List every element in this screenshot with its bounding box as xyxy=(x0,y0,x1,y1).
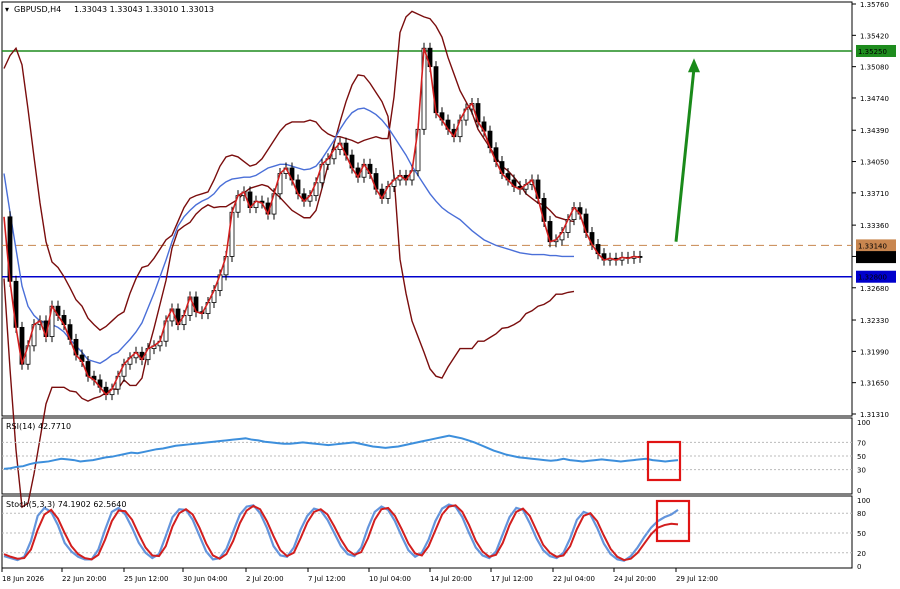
stoch-tick-label: 100 xyxy=(857,497,870,505)
x-tick-label: 10 Jul 04:00 xyxy=(369,575,411,583)
symbol-label: GBPUSD,H4 xyxy=(14,5,61,14)
x-tick-label: 22 Jul 04:00 xyxy=(553,575,595,583)
stoch-panel xyxy=(1,495,853,569)
y-tick-label: 1.35760 xyxy=(860,1,889,9)
rsi-label: RSI(14) 42.7710 xyxy=(6,422,71,431)
price-tag-label: 1.35250 xyxy=(858,48,887,56)
y-tick-label: 1.35080 xyxy=(860,64,889,72)
x-tick-label: 30 Jun 04:00 xyxy=(183,575,227,583)
rsi-tick-label: 0 xyxy=(857,487,861,495)
y-tick-label: 1.31310 xyxy=(860,411,889,419)
y-tick-label: 1.35420 xyxy=(860,32,889,40)
symbol-arrow-icon: ▾ xyxy=(5,5,9,14)
y-tick-label: 1.32680 xyxy=(860,285,889,293)
price-tag-label: 1.33013 xyxy=(858,254,887,262)
stoch-tick-label: 0 xyxy=(857,563,861,571)
y-tick-label: 1.33360 xyxy=(860,222,889,230)
rsi-tick-label: 30 xyxy=(857,467,866,475)
y-tick-label: 1.34390 xyxy=(860,127,889,135)
y-tick-label: 1.33710 xyxy=(860,190,889,198)
y-tick-label: 1.31650 xyxy=(860,380,889,388)
y-tick-label: 1.34740 xyxy=(860,95,889,103)
x-tick-label: 7 Jul 12:00 xyxy=(308,575,346,583)
x-tick-label: 29 Jul 12:00 xyxy=(676,575,718,583)
stoch-tick-label: 50 xyxy=(857,530,866,538)
price-tag-label: 1.32800 xyxy=(858,274,887,282)
rsi-tick-label: 50 xyxy=(857,453,866,461)
stoch-tick-label: 20 xyxy=(857,550,866,558)
x-tick-label: 24 Jul 20:00 xyxy=(614,575,656,583)
x-tick-label: 18 Jun 2026 xyxy=(2,575,45,583)
price-tag-label: 1.33140 xyxy=(858,242,887,250)
ohlc-values: 1.33043 1.33043 1.33010 1.33013 xyxy=(74,5,214,14)
x-tick-label: 17 Jul 12:00 xyxy=(491,575,533,583)
rsi-tick-label: 100 xyxy=(857,419,870,427)
rsi-tick-label: 70 xyxy=(857,439,866,447)
x-tick-label: 22 Jun 20:00 xyxy=(62,575,106,583)
y-tick-label: 1.34050 xyxy=(860,159,889,167)
stoch-label: Stoch(5,3,3) 74.1902 62.5640 xyxy=(6,500,126,509)
x-tick-label: 25 Jun 12:00 xyxy=(124,575,168,583)
y-tick-label: 1.31990 xyxy=(860,348,889,356)
stoch-tick-label: 80 xyxy=(857,510,866,518)
y-tick-label: 1.32330 xyxy=(860,317,889,325)
x-tick-label: 2 Jul 20:00 xyxy=(246,575,284,583)
chart-canvas[interactable]: 100 70 50 30 0 100 80 50 20 0 1.35760 1.35420 1.35… xyxy=(0,0,900,589)
x-tick-label: 14 Jul 20:00 xyxy=(430,575,472,583)
